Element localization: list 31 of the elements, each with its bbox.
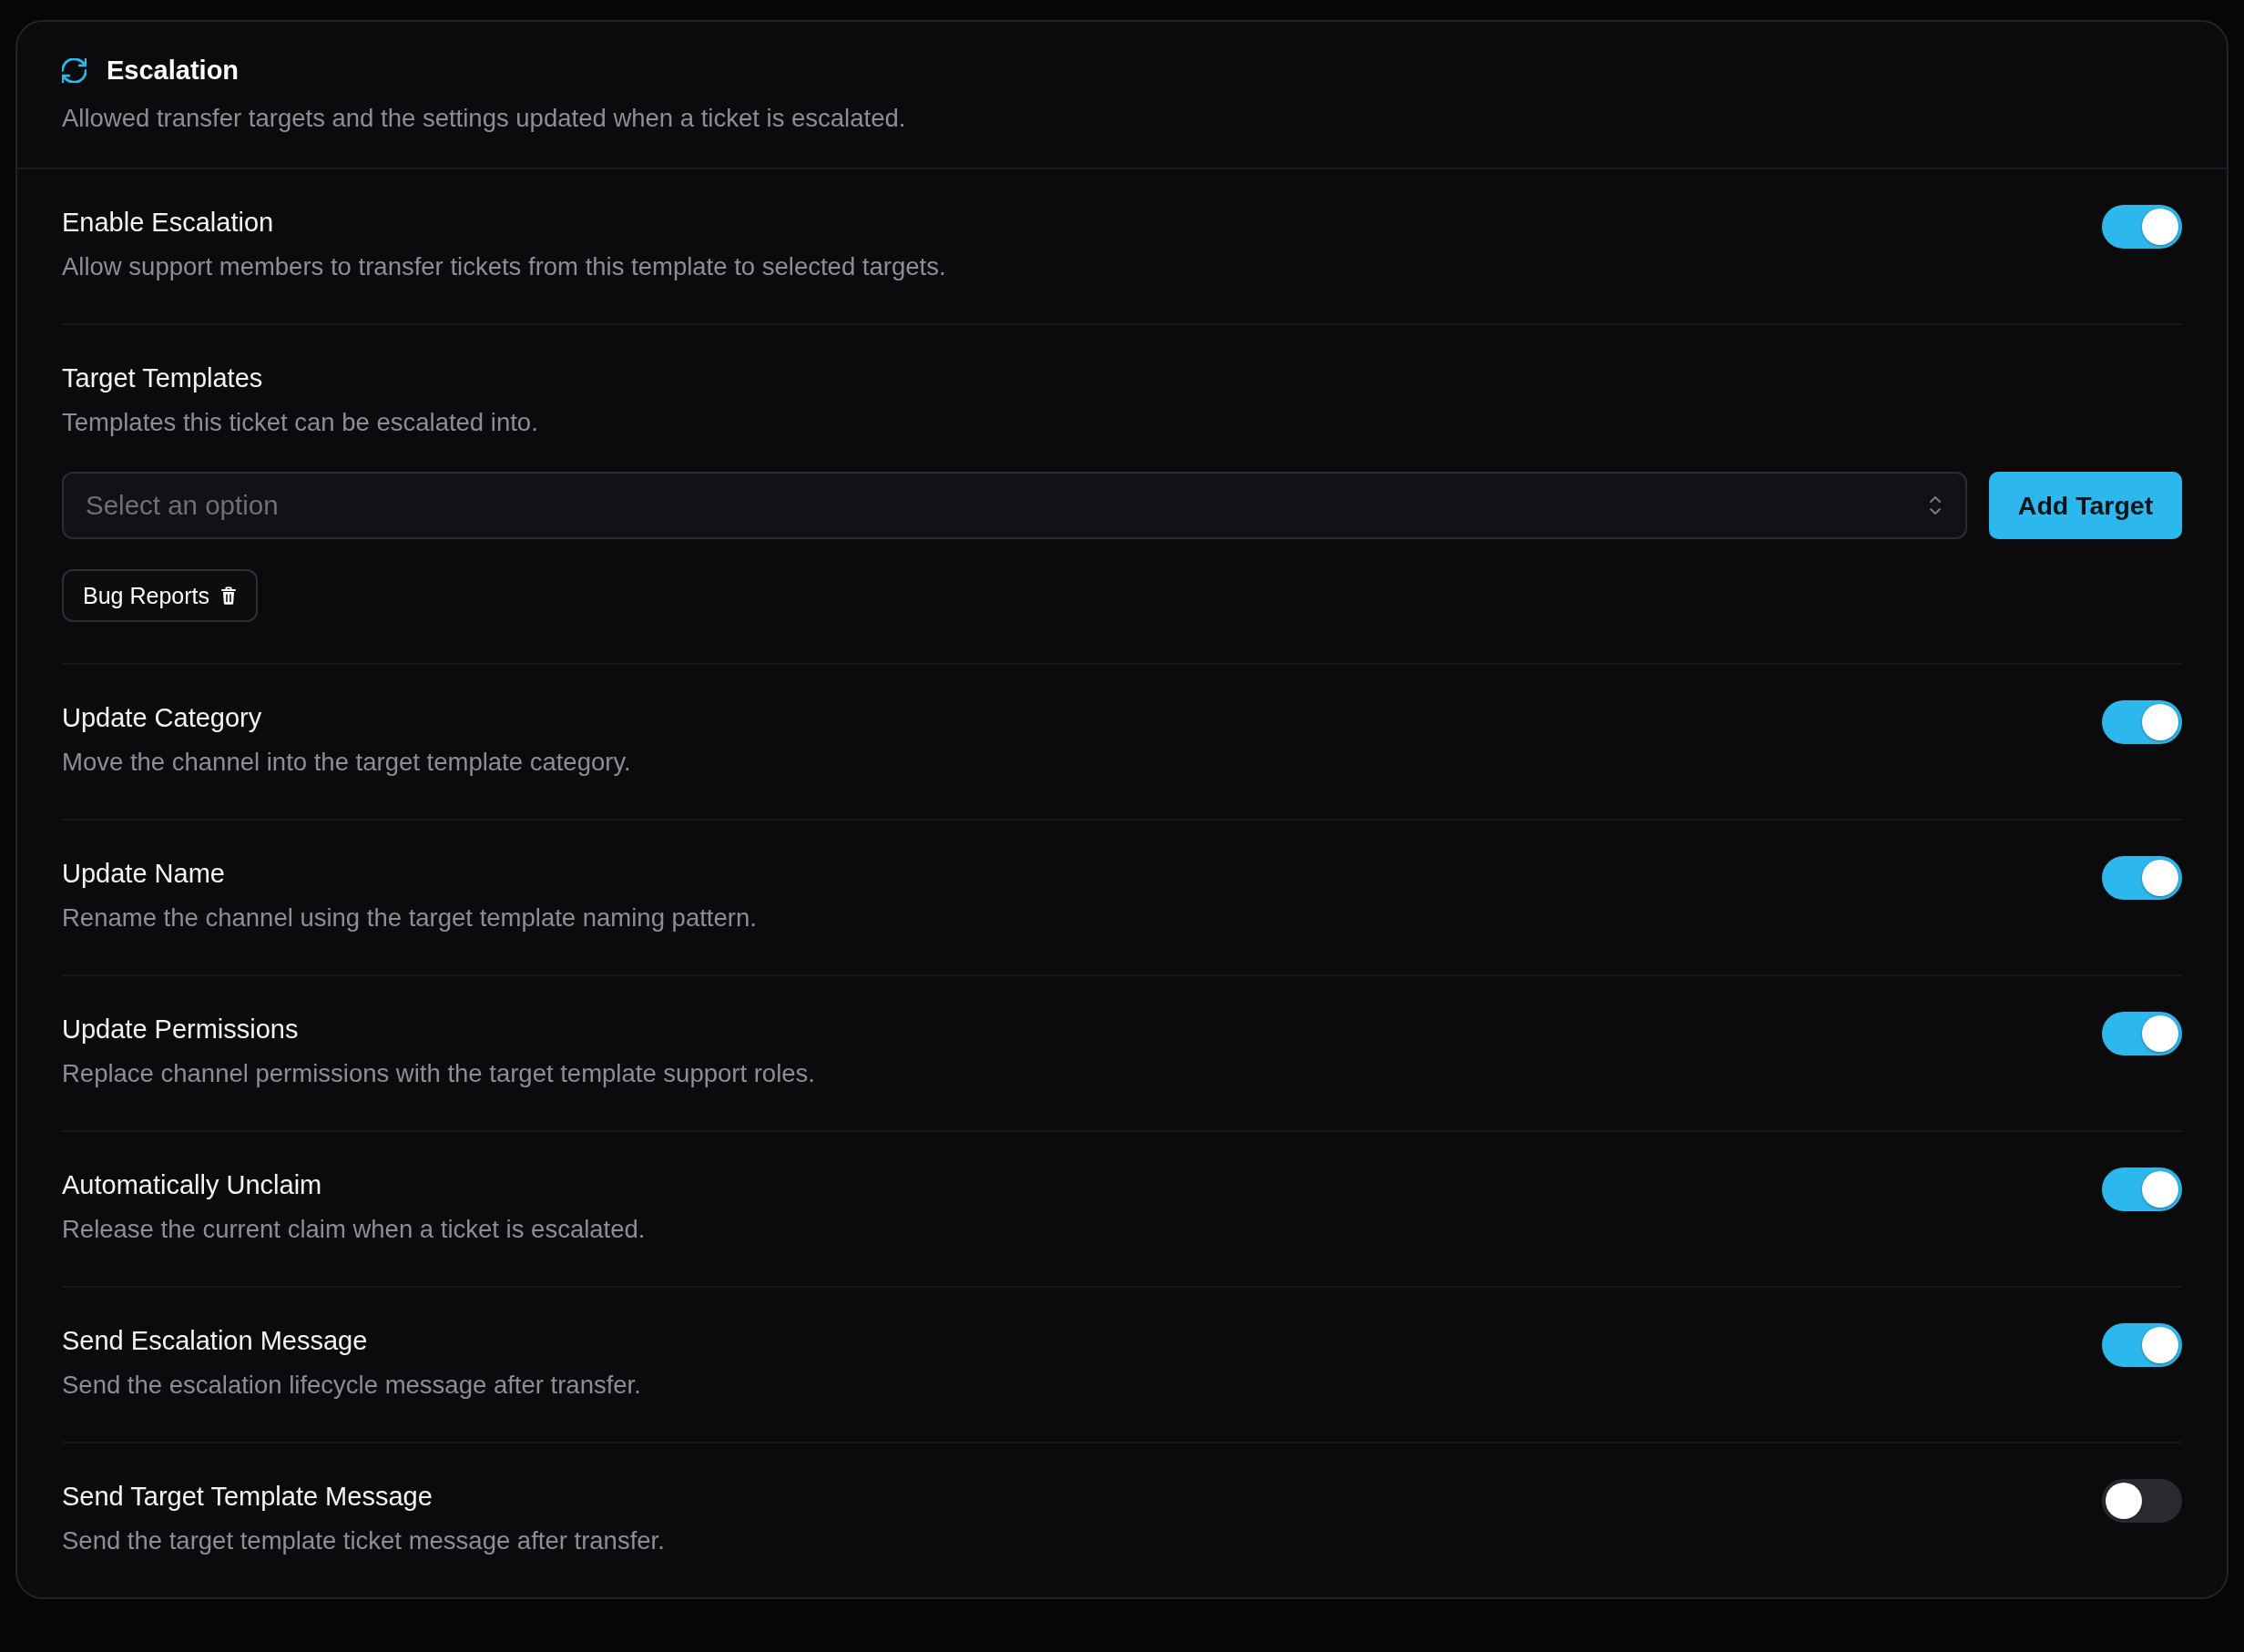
setting-title: Update Category [62, 702, 263, 733]
setting-description: Allow support members to transfer tickets from this template to selected targets. [62, 251, 947, 282]
setting-description: Replace channel permissions with the target template support roles. [62, 1058, 816, 1089]
setting-description: Move the channel into the target template category. [62, 747, 632, 778]
setting-title: Target Templates [62, 362, 264, 393]
chevron-up-down-icon [1929, 495, 1942, 515]
tag-label: Bug Reports [83, 582, 209, 609]
section-title: Escalation [107, 55, 240, 86]
setting-description: Send the target template ticket message after transfer. [62, 1525, 666, 1556]
toggle-switch[interactable] [2102, 700, 2182, 744]
setting-title: Enable Escalation [62, 207, 275, 238]
toggle-switch[interactable] [2102, 205, 2182, 249]
setting-title: Send Escalation Message [62, 1325, 369, 1356]
setting-description: Rename the channel using the target template naming pattern. [62, 902, 758, 933]
setting-title: Send Target Template Message [62, 1481, 434, 1512]
toggle-switch[interactable] [2102, 1012, 2182, 1055]
toggle-switch[interactable] [2102, 1168, 2182, 1211]
toggle-switch[interactable] [2102, 1323, 2182, 1367]
trash-icon[interactable] [220, 586, 236, 605]
refresh-icon [62, 57, 87, 83]
toggle-switch[interactable] [2102, 1479, 2182, 1523]
select-field[interactable]: Select an option [62, 472, 1967, 539]
setting-description: Send the escalation lifecycle message after transfer. [62, 1370, 642, 1401]
toggle-switch[interactable] [2102, 856, 2182, 900]
setting-title: Update Name [62, 858, 226, 889]
section-subtitle: Allowed transfer targets and the settings updated when a ticket is escalated. [62, 103, 907, 134]
setting-title: Automatically Unclaim [62, 1169, 323, 1200]
add-target-button[interactable]: Add Target [1989, 472, 2182, 539]
setting-description: Templates this ticket can be escalated into. [62, 407, 539, 438]
setting-title: Update Permissions [62, 1014, 300, 1045]
setting-description: Release the current claim when a ticket is escalated. [62, 1214, 647, 1245]
